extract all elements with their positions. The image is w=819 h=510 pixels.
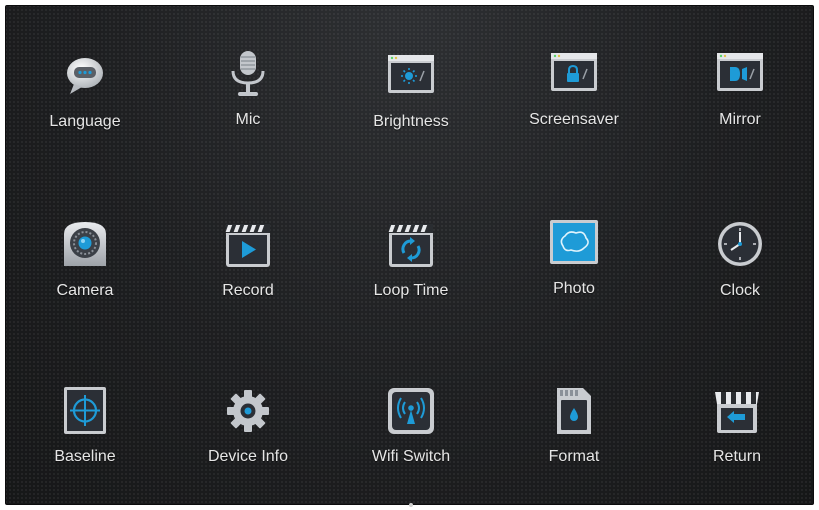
mirror-icon — [717, 53, 763, 91]
menu-item-mic[interactable]: Mic — [173, 49, 323, 159]
menu-item-label: Device Info — [207, 448, 289, 465]
return-icon — [715, 392, 759, 433]
menu-item-wifi-switch[interactable]: Wifi Switch — [336, 386, 486, 496]
menu-item-label: Brightness — [373, 113, 449, 130]
menu-item-label: Record — [222, 282, 274, 299]
menu-item-screensaver[interactable]: Screensaver — [499, 49, 649, 159]
menu-item-return[interactable]: Return — [662, 386, 812, 496]
menu-item-clock[interactable]: Clock — [665, 220, 815, 330]
clock-icon — [718, 222, 762, 266]
menu-item-mirror[interactable]: Mirror — [665, 49, 815, 159]
menu-item-label: Mic — [235, 111, 261, 128]
menu-item-label: Clock — [719, 282, 760, 299]
settings-screen: Language Mic Brightness Screensaver Mirr… — [5, 5, 815, 507]
sd-card-icon — [557, 388, 591, 434]
gear-icon — [227, 390, 269, 432]
speech-bubble-icon — [67, 58, 103, 94]
wifi-icon — [388, 388, 434, 434]
menu-item-format[interactable]: Format — [499, 386, 649, 496]
menu-item-brightness[interactable]: Brightness — [336, 51, 486, 161]
menu-item-label: Screensaver — [529, 111, 619, 128]
lock-screen-icon — [551, 53, 597, 91]
menu-item-camera[interactable]: Camera — [10, 220, 160, 330]
crosshair-icon — [64, 387, 106, 434]
menu-item-label: Format — [548, 448, 600, 465]
menu-item-record[interactable]: Record — [173, 220, 323, 330]
page-indicator-dot — [409, 503, 413, 507]
photo-icon — [550, 220, 598, 264]
camera-icon — [64, 222, 106, 266]
menu-item-photo[interactable]: Photo — [499, 218, 649, 328]
menu-item-label: Return — [712, 448, 762, 465]
menu-item-label: Baseline — [54, 448, 116, 465]
menu-item-label: Photo — [553, 280, 595, 297]
menu-item-label: Loop Time — [373, 282, 449, 299]
menu-item-label: Mirror — [719, 111, 761, 128]
brightness-icon — [388, 55, 434, 93]
loop-icon — [388, 224, 433, 267]
microphone-icon — [231, 51, 265, 96]
menu-item-device-info[interactable]: Device Info — [173, 386, 323, 496]
menu-item-label: Wifi Switch — [371, 448, 451, 465]
record-icon — [225, 224, 270, 267]
menu-item-loop-time[interactable]: Loop Time — [336, 220, 486, 330]
menu-item-baseline[interactable]: Baseline — [10, 386, 160, 496]
menu-item-language[interactable]: Language — [10, 51, 160, 161]
menu-item-label: Language — [49, 113, 121, 130]
menu-item-label: Camera — [56, 282, 114, 299]
